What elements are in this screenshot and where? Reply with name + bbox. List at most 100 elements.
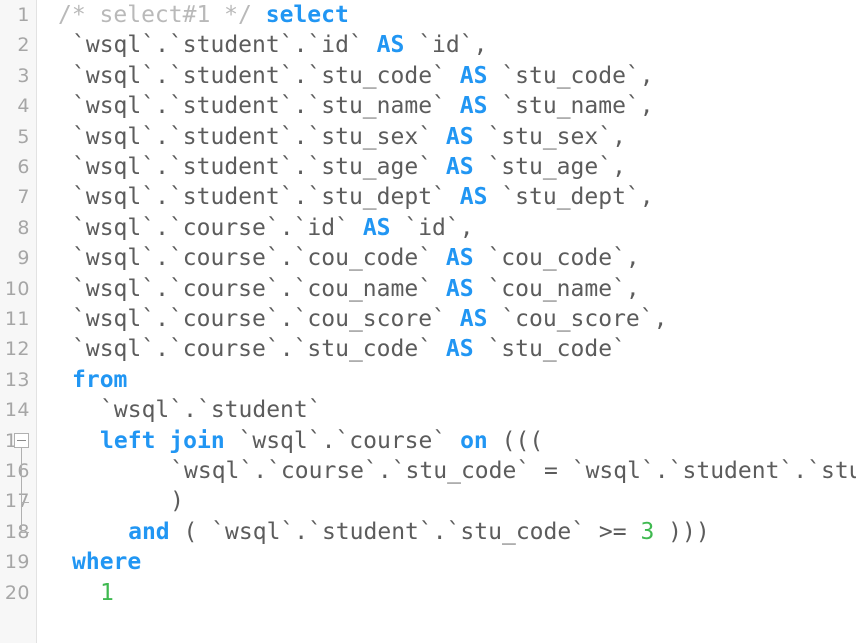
token-kw: select xyxy=(265,2,349,28)
line-number: 20 xyxy=(4,581,30,604)
token-id: `wsql`.`course`.`stu_code` = `wsql`.`stu… xyxy=(170,458,856,484)
code-line[interactable]: 2 `wsql`.`student`.`id` AS `id`, xyxy=(0,30,856,60)
token-id: `wsql`.`student` xyxy=(100,397,322,424)
code-line-text[interactable]: `wsql`.`course`.`id` AS `id`, xyxy=(72,213,474,243)
token-kw: AS xyxy=(445,154,474,180)
token-kw: AS xyxy=(459,62,488,89)
token-comment: /* select#1 */ xyxy=(58,2,252,28)
token-id: `cou_score`, xyxy=(487,306,668,332)
code-line[interactable]: 9 `wsql`.`course`.`cou_code` AS `cou_code… xyxy=(0,243,856,273)
code-line-text[interactable]: from xyxy=(72,365,127,395)
sql-code-editor[interactable]: 1 /* select#1 */ select 2 `wsql`.`student`.… xyxy=(0,0,856,643)
line-number: 8 xyxy=(17,216,30,239)
code-line[interactable]: 19 where xyxy=(0,547,856,577)
code-line[interactable]: 10 `wsql`.`course`.`cou_name` AS `cou_nam… xyxy=(0,274,856,304)
code-line-text[interactable]: `wsql`.`student`.`stu_name` AS `stu_name… xyxy=(72,91,654,121)
code-line-text[interactable]: `wsql`.`student`.`stu_age` AS `stu_age`, xyxy=(72,152,626,182)
line-number: 1 xyxy=(17,4,30,26)
code-line-text[interactable]: ) xyxy=(170,486,184,516)
code-line[interactable]: 13 from xyxy=(0,365,856,395)
code-line-text[interactable]: `wsql`.`student`.`id` AS `id`, xyxy=(72,30,487,60)
token-id: `wsql`.`student`.`stu_sex` xyxy=(72,123,446,150)
token-kw: AS xyxy=(376,32,405,59)
code-line-text[interactable]: `wsql`.`course`.`cou_score` AS `cou_scor… xyxy=(72,304,667,334)
token-id: `wsql`.`course`.`id` xyxy=(72,214,363,241)
code-line-text[interactable]: left join `wsql`.`course` on ((( xyxy=(100,426,543,456)
code-line-text[interactable]: where xyxy=(72,547,141,577)
code-line[interactable]: 12 `wsql`.`course`.`stu_code` AS `stu_cod… xyxy=(0,334,856,364)
token-id: `wsql`.`course`.`stu_code` xyxy=(72,336,446,363)
line-number: 5 xyxy=(17,125,30,148)
code-line-text[interactable]: `wsql`.`course`.`cou_name` AS `cou_name`… xyxy=(72,274,640,304)
code-line-text[interactable]: and ( `wsql`.`student`.`stu_code` >= 3 )… xyxy=(128,517,710,547)
line-number: 4 xyxy=(17,95,30,118)
code-line-text[interactable]: `wsql`.`student`.`stu_sex` AS `stu_sex`, xyxy=(72,122,626,152)
token-id: `stu_code` xyxy=(473,336,626,363)
token-kw: AS xyxy=(459,184,488,211)
code-line[interactable]: 20 1 xyxy=(0,578,856,608)
token-id: `cou_name`, xyxy=(473,275,640,302)
code-line[interactable]: 4 `wsql`.`student`.`stu_name` AS `stu_nam… xyxy=(0,91,856,121)
token-num: 3 xyxy=(640,518,655,545)
code-line[interactable]: 18 and ( `wsql`.`student`.`stu_code` >= 3… xyxy=(0,517,856,547)
line-number: 13 xyxy=(4,368,30,391)
token-id: `stu_dept`, xyxy=(487,184,654,211)
token-kw: AS xyxy=(445,336,474,363)
line-number: 6 xyxy=(17,156,30,178)
token-kw: AS xyxy=(459,306,488,332)
token-id: `wsql`.`student`.`stu_age` xyxy=(72,154,446,180)
line-number: 12 xyxy=(4,338,30,361)
line-number: 17 xyxy=(4,490,30,513)
code-line[interactable]: 17) xyxy=(0,486,856,516)
token-id: `wsql`.`course`.`cou_score` xyxy=(72,306,460,332)
code-line-text[interactable]: `wsql`.`course`.`stu_code` = `wsql`.`stu… xyxy=(170,456,856,486)
token-id: `cou_code`, xyxy=(473,245,640,272)
code-line-text[interactable]: `wsql`.`student`.`stu_code` AS `stu_code… xyxy=(72,61,654,91)
token-punc: ) xyxy=(170,488,185,515)
token-kw: AS xyxy=(445,275,474,302)
code-line-text[interactable]: `wsql`.`course`.`cou_code` AS `cou_code`… xyxy=(72,243,640,273)
code-line-text[interactable]: 1 xyxy=(100,578,114,608)
code-line[interactable]: 11 `wsql`.`course`.`cou_score` AS `cou_sc… xyxy=(0,304,856,334)
code-line[interactable]: 8 `wsql`.`course`.`id` AS `id`, xyxy=(0,213,856,243)
token-num: 1 xyxy=(100,579,114,606)
token-kw: left join xyxy=(100,427,225,454)
token-id: `stu_name`, xyxy=(487,93,654,120)
line-number: 9 xyxy=(17,247,30,270)
token-id: `wsql`.`course`.`cou_code` xyxy=(72,245,446,272)
code-line[interactable]: 6 `wsql`.`student`.`stu_age` AS `stu_age`… xyxy=(0,152,856,182)
token-punc: ((( xyxy=(487,427,544,454)
code-line[interactable]: 15left join `wsql`.`course` on ((( xyxy=(0,426,856,456)
code-line[interactable]: 16 `wsql`.`course`.`stu_code` = `wsql`.`s… xyxy=(0,456,856,486)
token-kw: AS xyxy=(445,123,474,150)
line-number: 11 xyxy=(4,308,30,330)
token-kw: AS xyxy=(445,245,474,272)
token-kw: and xyxy=(128,518,170,545)
token-id: `wsql`.`student`.`stu_dept` xyxy=(72,184,460,211)
code-line[interactable]: 14 `wsql`.`student` xyxy=(0,395,856,425)
line-number: 18 xyxy=(4,520,30,543)
code-line[interactable]: 1 /* select#1 */ select xyxy=(0,0,856,30)
code-line[interactable]: 3 `wsql`.`student`.`stu_code` AS `stu_cod… xyxy=(0,61,856,91)
token-kw: AS xyxy=(362,214,391,241)
code-line-text[interactable]: /* select#1 */ select xyxy=(58,0,349,30)
token-id: `wsql`.`student`.`stu_name` xyxy=(72,93,460,120)
code-line-text[interactable]: `wsql`.`student`.`stu_dept` AS `stu_dept… xyxy=(72,182,654,212)
token-id: `stu_age`, xyxy=(473,154,626,180)
token-id: `wsql`.`course`.`cou_name` xyxy=(72,275,446,302)
line-number: 3 xyxy=(17,64,30,87)
token-kw: where xyxy=(72,549,142,576)
token-punc: ))) xyxy=(654,518,710,545)
code-line[interactable]: 7 `wsql`.`student`.`stu_dept` AS `stu_dep… xyxy=(0,182,856,212)
code-line[interactable]: 5 `wsql`.`student`.`stu_sex` AS `stu_sex`… xyxy=(0,122,856,152)
token-id: `id`, xyxy=(390,214,474,241)
line-number: 10 xyxy=(4,277,30,300)
token-id: `id`, xyxy=(404,32,488,59)
token-id: `stu_code`, xyxy=(487,62,654,89)
fold-toggle-minus-icon[interactable] xyxy=(14,433,29,449)
token-kw: AS xyxy=(459,93,488,120)
token-kw: from xyxy=(72,366,128,393)
code-line-text[interactable]: `wsql`.`course`.`stu_code` AS `stu_code` xyxy=(72,334,626,364)
code-line-text[interactable]: `wsql`.`student` xyxy=(100,395,322,425)
token-kw: on xyxy=(460,427,488,454)
